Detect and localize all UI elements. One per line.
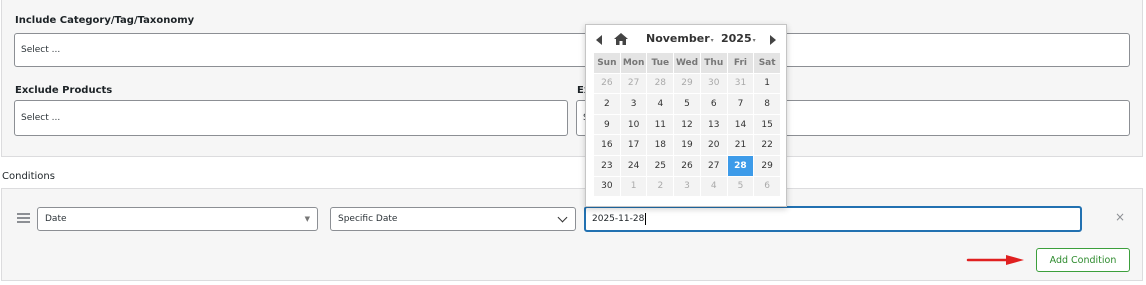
condition-type-select[interactable]: Date ▼ (37, 207, 318, 231)
include-category-placeholder: Select ... (21, 45, 61, 55)
day-cell-other-month[interactable]: 26 (593, 72, 621, 95)
day-cell[interactable]: 17 (619, 134, 648, 156)
day-cell[interactable]: 15 (753, 113, 781, 136)
weekday-header: Fri (726, 52, 755, 74)
day-cell[interactable]: 3 (619, 93, 648, 115)
chevron-down-icon (557, 212, 568, 222)
day-cell[interactable]: 27 (699, 154, 728, 177)
day-cell[interactable]: 23 (593, 154, 621, 177)
day-cell-other-month[interactable]: 4 (699, 175, 728, 198)
day-cell[interactable]: 20 (699, 134, 728, 156)
day-cell-other-month[interactable]: 30 (699, 72, 728, 95)
include-category-select[interactable]: Select ... (14, 33, 1130, 67)
day-cell[interactable]: 2 (593, 93, 621, 115)
week-row: 26 27 28 29 30 31 1 (593, 72, 781, 95)
day-cell-other-month[interactable]: 29 (673, 72, 701, 95)
day-cell[interactable]: 1 (753, 72, 781, 95)
date-input-value: 2025-11-28 (592, 214, 645, 224)
month-caret-icon: ▾ (710, 37, 714, 44)
day-cell[interactable]: 21 (726, 134, 755, 156)
week-row: 9 10 11 12 13 14 15 (593, 113, 781, 136)
drag-handle-icon[interactable] (17, 213, 30, 223)
calendar-grid: Sun Mon Tue Wed Thu Fri Sat 26 27 28 29 … (593, 52, 781, 198)
caret-down-icon: ▼ (304, 215, 310, 223)
weekday-row: Sun Mon Tue Wed Thu Fri Sat (593, 52, 781, 74)
condition-type-value: Date (45, 214, 67, 224)
weekday-header: Mon (619, 52, 648, 74)
day-cell[interactable]: 19 (673, 134, 701, 156)
day-cell[interactable]: 22 (753, 134, 781, 156)
week-row: 30 1 2 3 4 5 6 (593, 175, 781, 198)
home-icon[interactable] (614, 33, 628, 45)
day-cell[interactable]: 30 (593, 175, 621, 198)
month-label: November (646, 32, 710, 45)
day-cell-other-month[interactable]: 27 (619, 72, 648, 95)
day-cell-other-month[interactable]: 3 (673, 175, 701, 198)
add-condition-button[interactable]: Add Condition (1036, 248, 1130, 272)
exclude-products-select[interactable]: Select ... (14, 100, 568, 136)
day-cell[interactable]: 8 (753, 93, 781, 115)
year-dropdown[interactable]: 2025▾ (721, 32, 756, 45)
week-row: 23 24 25 26 27 28 29 (593, 154, 781, 177)
day-cell[interactable]: 7 (726, 93, 755, 115)
weekday-header: Tue (646, 52, 675, 74)
prev-month-icon[interactable] (596, 35, 602, 45)
year-caret-icon: ▾ (752, 37, 756, 44)
condition-panel (1, 188, 1143, 281)
day-cell[interactable]: 11 (646, 113, 675, 136)
day-cell[interactable]: 4 (646, 93, 675, 115)
day-cell[interactable]: 26 (673, 154, 701, 177)
day-cell[interactable]: 10 (619, 113, 648, 136)
day-cell-other-month[interactable]: 31 (726, 72, 755, 95)
day-cell-other-month[interactable]: 5 (726, 175, 755, 198)
week-row: 2 3 4 5 6 7 8 (593, 93, 781, 115)
day-cell-other-month[interactable]: 1 (619, 175, 648, 198)
day-cell[interactable]: 29 (753, 154, 781, 177)
day-cell[interactable]: 18 (646, 134, 675, 156)
red-arrow-icon (966, 255, 1024, 265)
weekday-header: Wed (673, 52, 701, 74)
remove-condition-icon[interactable]: × (1115, 210, 1125, 224)
exclude-products-label: Exclude Products (15, 85, 113, 96)
include-category-label: Include Category/Tag/Taxonomy (15, 15, 195, 26)
text-cursor (645, 213, 647, 225)
month-dropdown[interactable]: November▾ (646, 32, 714, 45)
calendar-header: November▾ 2025▾ (593, 30, 779, 52)
date-picker-calendar: November▾ 2025▾ Sun Mon Tue Wed Thu Fri … (585, 24, 787, 207)
day-cell[interactable]: 12 (673, 113, 701, 136)
date-input[interactable]: 2025-11-28 (584, 206, 1082, 232)
conditions-title: Conditions (2, 171, 55, 182)
condition-operator-value: Specific Date (338, 214, 398, 224)
day-cell[interactable]: 16 (593, 134, 621, 156)
day-cell-other-month[interactable]: 28 (646, 72, 675, 95)
weekday-header: Sat (753, 52, 781, 74)
year-label: 2025 (721, 32, 752, 45)
day-cell[interactable]: 14 (726, 113, 755, 136)
day-cell[interactable]: 25 (646, 154, 675, 177)
weekday-header: Sun (593, 52, 621, 74)
next-month-icon[interactable] (770, 35, 776, 45)
week-row: 16 17 18 19 20 21 22 (593, 134, 781, 156)
weekday-header: Thu (699, 52, 728, 74)
exclude-products-placeholder: Select ... (21, 113, 61, 123)
day-cell-other-month[interactable]: 2 (646, 175, 675, 198)
day-cell[interactable]: 13 (699, 113, 728, 136)
condition-operator-select[interactable]: Specific Date (330, 207, 576, 231)
day-cell-selected[interactable]: 28 (726, 154, 755, 177)
day-cell[interactable]: 9 (593, 113, 621, 136)
day-cell[interactable]: 24 (619, 154, 648, 177)
day-cell-other-month[interactable]: 6 (753, 175, 781, 198)
day-cell[interactable]: 5 (673, 93, 701, 115)
day-cell[interactable]: 6 (699, 93, 728, 115)
